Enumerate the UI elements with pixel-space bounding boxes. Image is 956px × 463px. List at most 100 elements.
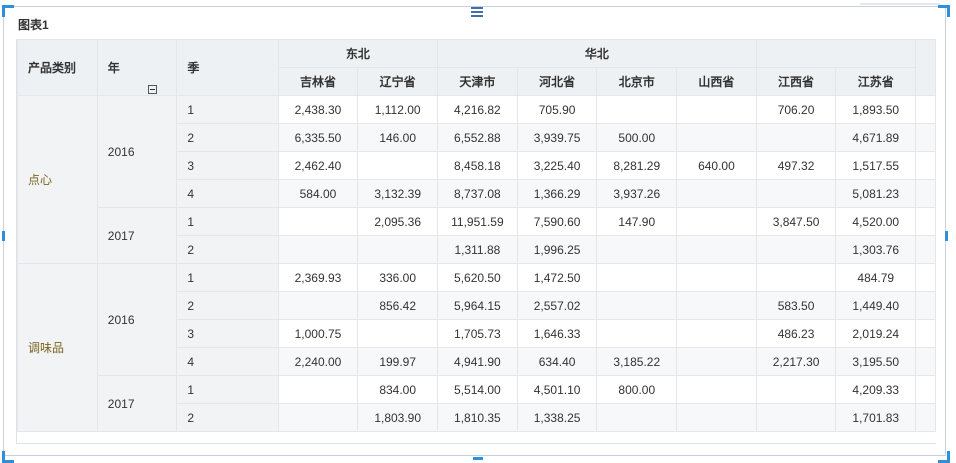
value-cell: 5,620.50 [437, 263, 518, 292]
resize-handle-left[interactable] [2, 231, 5, 241]
value-cell [596, 235, 678, 264]
region-header: 华北 [437, 39, 757, 68]
quarter-cell: 1 [176, 375, 279, 404]
quarter-cell: 2 [176, 403, 279, 432]
value-cell: 5,081.23 [835, 179, 917, 208]
value-cell [277, 235, 359, 264]
value-cell: 199.97 [357, 347, 439, 376]
value-cell: 5,514.00 [437, 375, 518, 404]
value-cell: 4,671.89 [835, 123, 917, 152]
value-cell: 1,893.50 [835, 95, 917, 124]
pivot-table-grid: 产品类别年季东北 华北 吉林省 辽宁省 天津市 河北省 北京市 山西省 江西省 江苏省 点心 2016… [17, 39, 936, 432]
resize-handle-right[interactable] [945, 231, 948, 241]
province-header: 北京市 [596, 67, 678, 96]
value-cell: 800.00 [596, 375, 678, 404]
value-cell: 2,438.30 [277, 95, 359, 124]
value-cell: 705.90 [516, 95, 598, 124]
quarter-cell: 2 [176, 235, 279, 264]
province-header: 江西省 [755, 67, 837, 96]
value-cell [596, 291, 678, 320]
province-header: 山西省 [676, 67, 757, 96]
region-header: 东北 [277, 39, 439, 68]
filler-cell [915, 207, 936, 236]
filler-cell [915, 263, 936, 292]
filler-cell [915, 375, 936, 404]
value-cell: 634.40 [516, 347, 598, 376]
quarter-cell: 4 [176, 179, 279, 208]
resize-handle-top-right[interactable] [938, 5, 950, 17]
province-header: 吉林省 [277, 67, 359, 96]
value-cell [676, 403, 757, 432]
value-cell [596, 403, 678, 432]
value-cell: 2,557.02 [516, 291, 598, 320]
value-cell: 1,996.25 [516, 235, 598, 264]
quarter-cell: 1 [176, 95, 279, 124]
resize-handle-top-left[interactable] [2, 5, 14, 17]
year-cell: 2017 [96, 375, 178, 432]
value-cell: 8,737.08 [437, 179, 518, 208]
resize-handle-bottom-right[interactable] [938, 451, 950, 463]
value-cell: 834.00 [357, 375, 439, 404]
value-cell: 11,951.59 [437, 207, 518, 236]
value-cell [676, 95, 757, 124]
value-cell: 1,366.29 [516, 179, 598, 208]
quarter-cell: 4 [176, 347, 279, 376]
row-header-1: 年 [96, 39, 178, 96]
value-cell: 7,590.60 [516, 207, 598, 236]
value-cell [676, 207, 757, 236]
value-cell: 1,449.40 [835, 291, 917, 320]
resize-handle-bottom-left[interactable] [2, 451, 14, 463]
category-cell: 点心 [17, 95, 98, 264]
value-cell: 1,705.73 [437, 319, 518, 348]
value-cell [596, 263, 678, 292]
quarter-cell: 3 [176, 151, 279, 180]
value-cell: 1,338.25 [516, 403, 598, 432]
value-cell: 6,335.50 [277, 123, 359, 152]
province-header: 河北省 [516, 67, 598, 96]
resize-handle-bottom[interactable] [473, 457, 483, 460]
value-cell: 4,216.82 [437, 95, 518, 124]
minus-square-icon[interactable] [148, 85, 157, 94]
value-cell: 6,552.88 [437, 123, 518, 152]
filler-cell [915, 179, 936, 208]
value-cell: 1,646.33 [516, 319, 598, 348]
value-cell: 583.50 [755, 291, 837, 320]
table-row: 点心 2016 1 2,438.30 1,112.00 4,216.82 705.90 706… [17, 95, 936, 264]
value-cell [755, 235, 837, 264]
value-cell [676, 123, 757, 152]
table-row: 调味品 2016 1 2,369.93 336.00 5,620.50 1,472.50 48… [17, 263, 936, 432]
value-cell: 706.20 [755, 95, 837, 124]
province-header: 江苏省 [835, 67, 917, 96]
value-cell [755, 375, 837, 404]
year-cell: 2016 [96, 95, 178, 208]
filler-cell [915, 291, 936, 320]
drag-handle-icon[interactable] [471, 7, 483, 17]
value-cell [676, 263, 757, 292]
value-cell [755, 123, 837, 152]
value-cell: 1,517.55 [835, 151, 917, 180]
province-header: 辽宁省 [357, 67, 439, 96]
year-cell: 2017 [96, 207, 178, 264]
value-cell: 500.00 [596, 123, 678, 152]
value-cell: 2,240.00 [277, 347, 359, 376]
value-cell: 1,311.88 [437, 235, 518, 264]
header-row-regions: 产品类别年季东北 华北 [17, 39, 936, 96]
value-cell: 3,937.26 [596, 179, 678, 208]
quarter-cell: 2 [176, 291, 279, 320]
value-cell [596, 319, 678, 348]
value-cell: 1,112.00 [357, 95, 439, 124]
value-cell: 146.00 [357, 123, 439, 152]
value-cell: 486.23 [755, 319, 837, 348]
province-header: 天津市 [437, 67, 518, 96]
value-cell: 3,185.22 [596, 347, 678, 376]
value-cell: 1,472.50 [516, 263, 598, 292]
value-cell: 336.00 [357, 263, 439, 292]
value-cell: 4,501.10 [516, 375, 598, 404]
filler-cell [915, 403, 936, 432]
value-cell [357, 319, 439, 348]
value-cell [277, 375, 359, 404]
row-header-2: 季 [176, 39, 279, 96]
category-cell: 调味品 [17, 263, 98, 432]
value-cell [676, 375, 757, 404]
value-cell: 4,941.90 [437, 347, 518, 376]
